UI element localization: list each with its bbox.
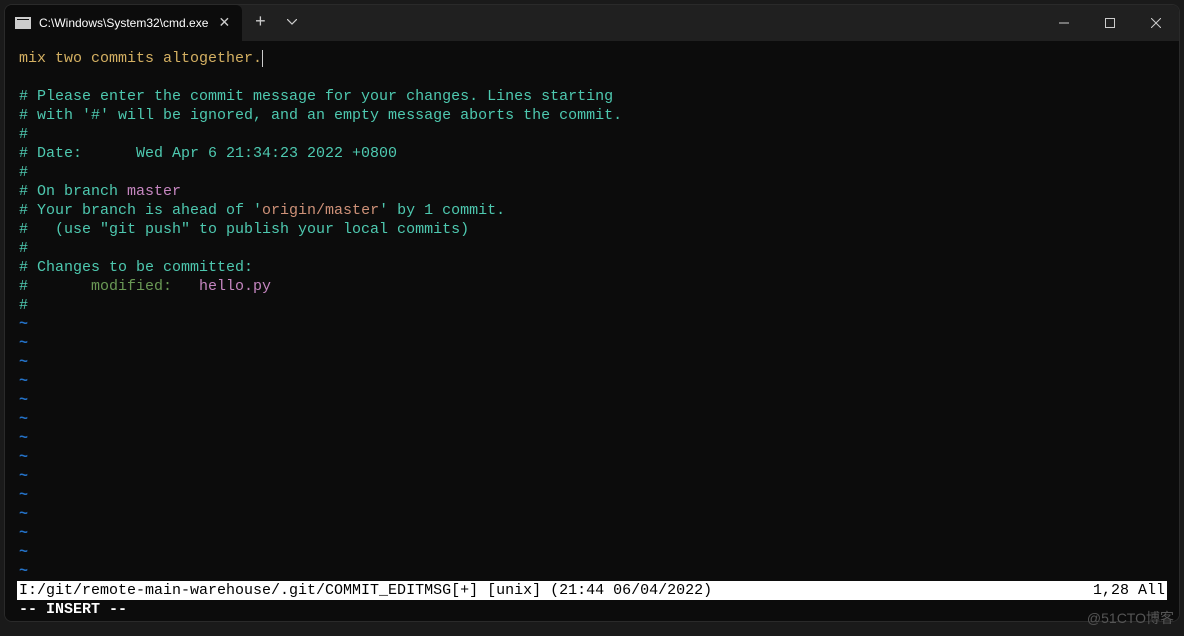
remote-name: origin/master <box>262 202 379 219</box>
comment-line: # <box>19 164 28 181</box>
comment-ahead-prefix: # Your branch is ahead of ' <box>19 202 262 219</box>
empty-line-tilde: ~ <box>19 335 28 352</box>
comment-line: # Please enter the commit message for yo… <box>19 88 613 105</box>
status-position: 1,28 All <box>1093 581 1165 600</box>
comment-line: # <box>19 297 28 314</box>
tab-title: C:\Windows\System32\cmd.exe <box>39 16 208 30</box>
empty-line-tilde: ~ <box>19 354 28 371</box>
vim-status-line: I:/git/remote-main-warehouse/.git/COMMIT… <box>17 581 1167 600</box>
status-file-info: I:/git/remote-main-warehouse/.git/COMMIT… <box>19 581 712 600</box>
comment-date: # Date: Wed Apr 6 21:34:23 2022 +0800 <box>19 145 397 162</box>
minimize-button[interactable] <box>1041 5 1087 41</box>
empty-line-tilde: ~ <box>19 487 28 504</box>
terminal-body[interactable]: mix two commits altogether. # Please ent… <box>5 41 1179 621</box>
comment-changes-header: # Changes to be committed: <box>19 259 253 276</box>
comment-line: # with '#' will be ignored, and an empty… <box>19 107 622 124</box>
modified-filename: hello.py <box>199 278 271 295</box>
empty-line-tilde: ~ <box>19 563 28 580</box>
comment-ahead-suffix: ' by 1 commit. <box>379 202 505 219</box>
editor-content[interactable]: mix two commits altogether. # Please ent… <box>19 49 1165 619</box>
tab-area: C:\Windows\System32\cmd.exe ✕ + <box>5 5 306 41</box>
new-tab-button[interactable]: + <box>242 13 278 33</box>
titlebar: C:\Windows\System32\cmd.exe ✕ + <box>5 5 1179 41</box>
cmd-icon <box>15 17 31 29</box>
empty-line-tilde: ~ <box>19 468 28 485</box>
close-tab-button[interactable]: ✕ <box>216 15 232 32</box>
empty-line-tilde: ~ <box>19 392 28 409</box>
terminal-tab[interactable]: C:\Windows\System32\cmd.exe ✕ <box>5 5 242 41</box>
comment-push-hint: # (use "git push" to publish your local … <box>19 221 469 238</box>
tab-dropdown-button[interactable] <box>278 17 306 29</box>
maximize-button[interactable] <box>1087 5 1133 41</box>
scrollbar[interactable] <box>1170 44 1178 622</box>
text-cursor <box>262 50 263 67</box>
comment-branch-prefix: # On branch <box>19 183 127 200</box>
empty-line-tilde: ~ <box>19 544 28 561</box>
comment-line: # <box>19 240 28 257</box>
empty-line-tilde: ~ <box>19 506 28 523</box>
window-controls <box>1041 5 1179 41</box>
branch-name: master <box>127 183 181 200</box>
empty-line-tilde: ~ <box>19 449 28 466</box>
empty-line-tilde: ~ <box>19 316 28 333</box>
commit-message-text: mix two commits altogether. <box>19 50 262 67</box>
terminal-window: C:\Windows\System32\cmd.exe ✕ + mix two … <box>4 4 1180 622</box>
empty-line-tilde: ~ <box>19 430 28 447</box>
comment-line: # <box>19 126 28 143</box>
comment-modified-prefix: # <box>19 278 91 295</box>
close-window-button[interactable] <box>1133 5 1179 41</box>
vim-mode-line: -- INSERT -- <box>19 601 127 618</box>
empty-line-tilde: ~ <box>19 411 28 428</box>
empty-line-tilde: ~ <box>19 525 28 542</box>
watermark: @51CTO博客 <box>1087 608 1174 628</box>
modified-label: modified: <box>91 278 199 295</box>
empty-line-tilde: ~ <box>19 373 28 390</box>
